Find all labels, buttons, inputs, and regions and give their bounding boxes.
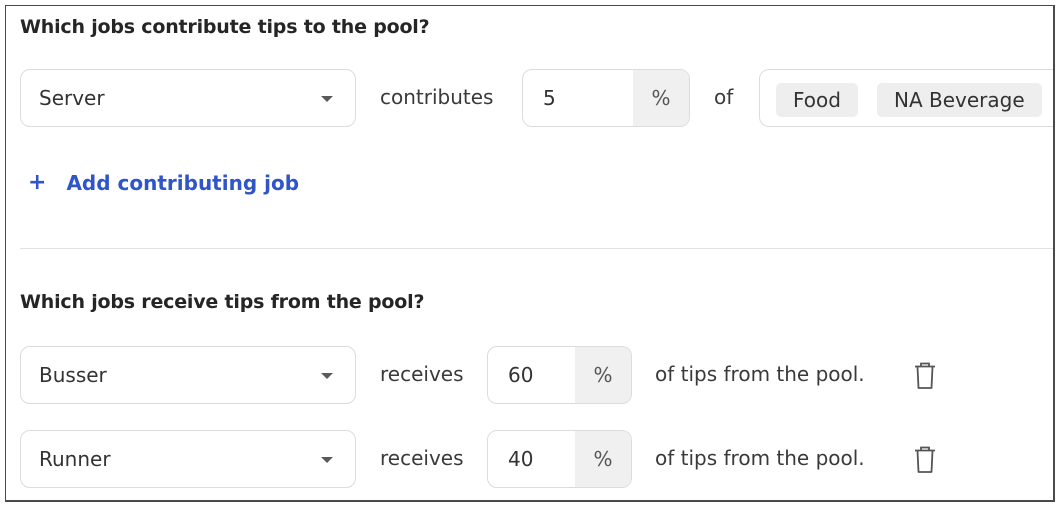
tip-pool-panel: Which jobs contribute tips to the pool? …: [5, 5, 1055, 502]
percent-suffix: %: [575, 347, 631, 403]
contributes-label: contributes: [380, 85, 494, 109]
plus-icon: +: [28, 170, 47, 195]
chevron-down-icon: [321, 373, 333, 379]
receive-percent-field[interactable]: 40 %: [487, 430, 632, 488]
of-label: of: [714, 85, 734, 109]
trash-icon[interactable]: [913, 362, 937, 390]
percent-suffix: %: [575, 431, 631, 487]
contributing-job-value: Server: [39, 86, 105, 110]
receive-percent-input[interactable]: 60: [488, 347, 575, 403]
chevron-down-icon: [321, 457, 333, 463]
section-divider: [20, 248, 1053, 249]
receiving-job-value: Busser: [39, 363, 107, 387]
percent-suffix: %: [633, 70, 689, 126]
receive-heading: Which jobs receive tips from the pool?: [20, 291, 425, 313]
chevron-down-icon: [321, 96, 333, 102]
receiving-job-value: Runner: [39, 447, 111, 471]
contribution-percent-input[interactable]: 5: [523, 70, 633, 126]
receives-label: receives: [380, 446, 464, 470]
of-tips-label: of tips from the pool.: [655, 446, 865, 470]
sales-category-multiselect[interactable]: Food NA Beverage: [759, 69, 1053, 127]
category-chip-food[interactable]: Food: [776, 83, 858, 117]
receiving-job-select[interactable]: Busser: [20, 346, 356, 404]
of-tips-label: of tips from the pool.: [655, 362, 865, 386]
add-contributing-job-label: Add contributing job: [66, 170, 300, 195]
trash-icon[interactable]: [913, 446, 937, 474]
receive-percent-input[interactable]: 40: [488, 431, 575, 487]
contribution-percent-field[interactable]: 5 %: [522, 69, 690, 127]
contributing-job-select[interactable]: Server: [20, 69, 356, 127]
receive-percent-field[interactable]: 60 %: [487, 346, 632, 404]
contribute-heading: Which jobs contribute tips to the pool?: [20, 16, 430, 38]
receiving-job-select[interactable]: Runner: [20, 430, 356, 488]
category-chip-na-beverage[interactable]: NA Beverage: [877, 83, 1042, 117]
add-contributing-job-button[interactable]: + Add contributing job: [28, 170, 299, 195]
receives-label: receives: [380, 362, 464, 386]
